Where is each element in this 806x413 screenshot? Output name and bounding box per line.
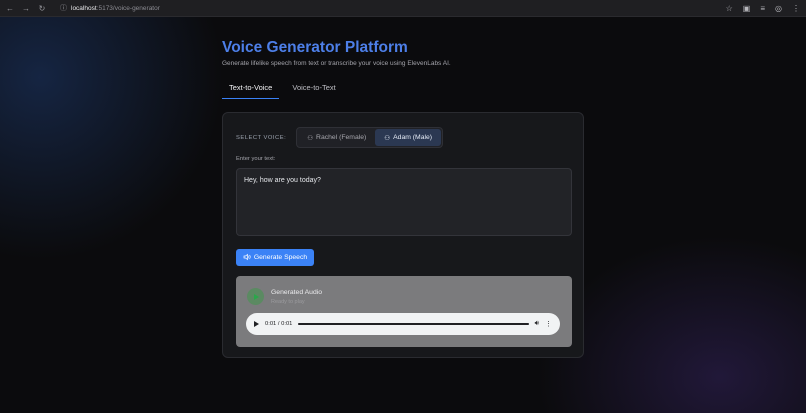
tab-text-to-voice[interactable]: Text-to-Voice bbox=[222, 78, 280, 99]
extensions-icon[interactable]: ▣ bbox=[743, 4, 751, 13]
audio-title: Generated Audio bbox=[271, 288, 323, 296]
page-background: Voice Generator Platform Generate lifeli… bbox=[0, 17, 806, 413]
tab-search-icon[interactable]: ≡ bbox=[760, 4, 765, 13]
address-bar[interactable]: ⓘ localhost:5173/voice-generator bbox=[60, 3, 160, 13]
voice-option-adam[interactable]: ⚇ Adam (Male) bbox=[375, 129, 442, 146]
tab-voice-to-text[interactable]: Voice-to-Text bbox=[285, 78, 342, 99]
generate-speech-button[interactable]: Generate Speech bbox=[236, 249, 314, 266]
generated-audio-panel: Generated Audio Ready to play 0:01 / 0:0… bbox=[236, 276, 572, 347]
player-progress-bar[interactable] bbox=[298, 323, 529, 325]
voice-option-label: Adam (Male) bbox=[393, 134, 433, 141]
speaker-icon bbox=[243, 253, 251, 263]
url-host: localhost bbox=[71, 4, 97, 12]
page-subtitle: Generate lifelike speech from text or tr… bbox=[222, 60, 451, 67]
profile-avatar-icon[interactable]: ◎ bbox=[775, 4, 782, 13]
audio-header: Generated Audio Ready to play bbox=[247, 288, 322, 305]
forward-icon[interactable]: → bbox=[22, 4, 30, 13]
url-path: :5173/voice-generator bbox=[96, 4, 160, 12]
audio-player: 0:01 / 0:01 🔊︎ ⋮ bbox=[246, 313, 560, 335]
more-options-icon[interactable]: ⋮ bbox=[545, 321, 552, 328]
person-icon: ⚇ bbox=[384, 134, 391, 142]
person-icon: ⚇ bbox=[307, 134, 314, 142]
play-icon[interactable] bbox=[247, 288, 264, 305]
page-title: Voice Generator Platform bbox=[222, 39, 408, 56]
generator-card: SELECT VOICE: ⚇ Rachel (Female) ⚇ Adam (… bbox=[222, 112, 584, 358]
reload-icon[interactable]: ↻ bbox=[38, 4, 46, 13]
generate-speech-label: Generate Speech bbox=[253, 254, 308, 261]
voice-toggle-group: ⚇ Rachel (Female) ⚇ Adam (Male) bbox=[296, 127, 444, 148]
text-input[interactable]: Hey, how are you today? bbox=[236, 168, 572, 236]
voice-option-rachel[interactable]: ⚇ Rachel (Female) bbox=[298, 129, 375, 146]
bookmark-star-icon[interactable]: ☆ bbox=[726, 4, 733, 13]
browser-toolbar: ← → ↻ ⓘ localhost:5173/voice-generator ☆… bbox=[0, 0, 806, 17]
mode-tabs: Text-to-Voice Voice-to-Text bbox=[222, 78, 343, 99]
voice-option-label: Rachel (Female) bbox=[316, 134, 367, 141]
player-time: 0:01 / 0:01 bbox=[265, 321, 293, 327]
site-info-icon[interactable]: ⓘ bbox=[60, 3, 67, 13]
back-icon[interactable]: ← bbox=[6, 4, 14, 13]
voice-select-row: SELECT VOICE: ⚇ Rachel (Female) ⚇ Adam (… bbox=[236, 127, 444, 148]
volume-icon[interactable]: 🔊︎ bbox=[535, 320, 539, 328]
browser-actions: ☆ ▣ ≡ ◎ ⋮ bbox=[726, 4, 800, 13]
player-play-icon[interactable] bbox=[254, 321, 259, 327]
player-progress-fill bbox=[298, 323, 529, 325]
audio-subtitle: Ready to play bbox=[271, 298, 305, 305]
voice-select-label: SELECT VOICE: bbox=[236, 134, 287, 141]
browser-menu-icon[interactable]: ⋮ bbox=[792, 4, 800, 13]
text-input-label: Enter your text: bbox=[236, 156, 276, 162]
